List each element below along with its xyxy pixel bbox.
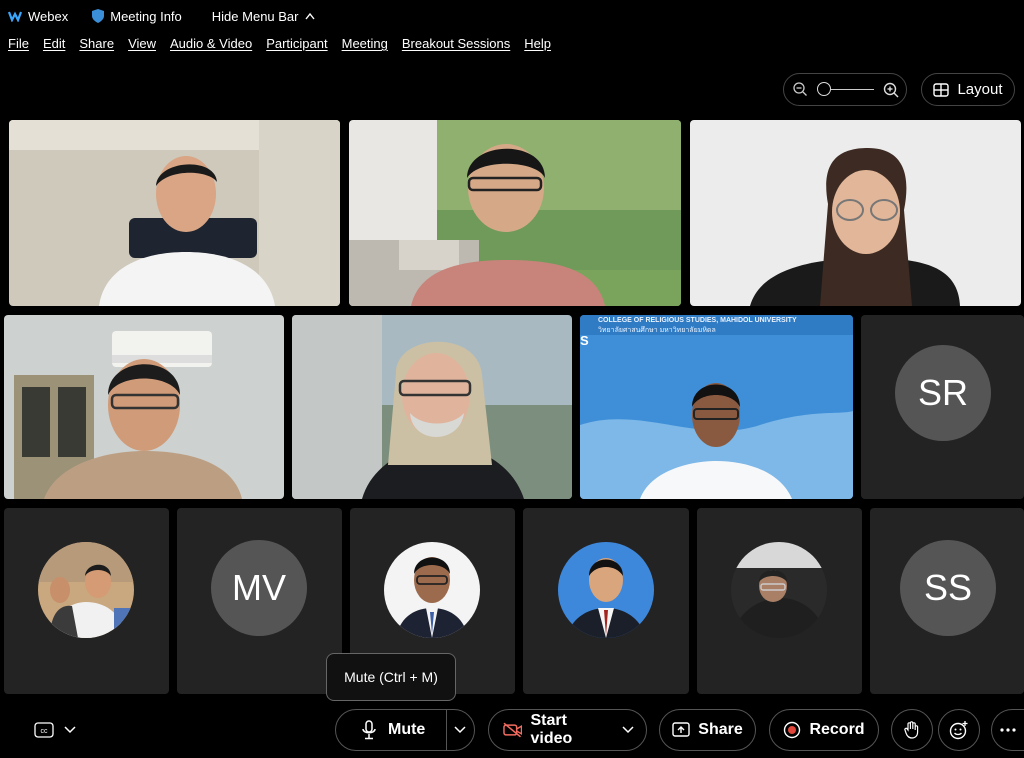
more-options-icon (1000, 728, 1016, 732)
avatar-photo-4 (731, 542, 827, 638)
shared-screen-title: COLLEGE OF RELIGIOUS STUDIES, MAHIDOL UN… (598, 317, 797, 324)
microphone-icon (362, 720, 376, 740)
layout-button[interactable]: Layout (921, 73, 1015, 106)
share-screen-icon (672, 722, 690, 737)
layout-grid-icon (933, 82, 950, 97)
webex-logo-icon (8, 11, 22, 22)
share-label: Share (698, 721, 743, 738)
chevron-down-icon (64, 726, 76, 734)
menu-edit[interactable]: Edit (43, 36, 65, 56)
chevron-down-icon (454, 726, 466, 734)
avatar-photo-4-image (731, 542, 827, 638)
participant-video-1 (9, 120, 340, 306)
emoji-reaction-icon (949, 721, 968, 740)
avatar-photo-3-image (558, 542, 654, 638)
video-tile-3[interactable] (690, 120, 1021, 306)
raise-hand-button[interactable] (891, 709, 933, 751)
video-tile-11[interactable] (523, 508, 689, 694)
video-tile-12[interactable] (697, 508, 862, 694)
start-video-button[interactable]: Start video (489, 712, 611, 748)
audio-options-button[interactable] (447, 726, 474, 734)
menu-bar: File Edit Share View Audio & Video Parti… (0, 36, 557, 56)
record-button[interactable]: Record (769, 709, 879, 751)
participant-video-6 (580, 315, 853, 499)
avatar-photo-1 (38, 542, 134, 638)
start-video-label: Start video (530, 712, 573, 747)
mute-label: Mute (388, 721, 426, 738)
chevron-up-icon (304, 12, 315, 20)
raise-hand-icon (904, 721, 919, 739)
menu-meeting[interactable]: Meeting (342, 36, 388, 56)
mute-button[interactable]: Mute (336, 720, 446, 740)
avatar-mv: MV (211, 540, 307, 636)
share-button[interactable]: Share (659, 709, 756, 751)
menu-share[interactable]: Share (79, 36, 114, 56)
record-icon (784, 721, 801, 739)
video-tile-7[interactable]: SR (861, 315, 1024, 499)
menu-help[interactable]: Help (524, 36, 551, 56)
participant-video-5 (292, 315, 572, 499)
mute-tooltip: Mute (Ctrl + M) (326, 653, 456, 701)
participant-video-4 (4, 315, 284, 499)
svg-text:cc: cc (41, 728, 49, 735)
title-bar: Webex Meeting Info Hide Menu Bar (0, 0, 1024, 32)
zoom-slider-thumb[interactable] (817, 82, 831, 96)
zoom-in-icon[interactable] (883, 82, 899, 98)
video-tile-1[interactable] (9, 120, 340, 306)
video-tile-2[interactable] (349, 120, 681, 306)
video-control: Start video (488, 709, 647, 751)
hide-menu-label: Hide Menu Bar (211, 8, 299, 24)
avatar-photo-1-image (38, 542, 134, 638)
meeting-info-button[interactable]: Meeting Info (92, 9, 182, 24)
meeting-info-label: Meeting Info (110, 8, 182, 24)
avatar-photo-3 (558, 542, 654, 638)
mute-control: Mute (335, 709, 475, 751)
video-options-button[interactable] (611, 726, 646, 734)
video-tile-8[interactable] (4, 508, 169, 694)
chevron-down-icon (622, 726, 634, 734)
menu-file[interactable]: File (8, 36, 29, 56)
avatar-ss: SS (900, 540, 996, 636)
hide-menu-bar-button[interactable]: Hide Menu Bar (212, 9, 315, 24)
layout-label: Layout (957, 81, 1003, 98)
avatar-sr: SR (895, 345, 991, 441)
shared-screen-fragment: S (580, 333, 589, 348)
video-tile-5[interactable] (292, 315, 572, 499)
zoom-out-icon[interactable] (793, 82, 807, 96)
shared-screen-subtitle: วิทยาลัยศาสนศึกษา มหาวิทยาลัยมหิดล (598, 327, 716, 334)
menu-breakout-sessions[interactable]: Breakout Sessions (402, 36, 510, 56)
reactions-button[interactable] (938, 709, 980, 751)
participant-video-3 (690, 120, 1021, 306)
menu-view[interactable]: View (128, 36, 156, 56)
menu-participant[interactable]: Participant (266, 36, 327, 56)
video-off-icon (503, 722, 523, 738)
closed-captions-icon: cc (34, 722, 54, 738)
video-tile-4[interactable] (4, 315, 284, 499)
avatar-photo-2-image (384, 542, 480, 638)
video-tile-6-shared-background[interactable]: COLLEGE OF RELIGIOUS STUDIES, MAHIDOL UN… (580, 315, 853, 499)
video-tile-13[interactable]: SS (870, 508, 1024, 694)
webex-app-label: Webex (8, 9, 68, 24)
participant-video-2 (349, 120, 681, 306)
app-name: Webex (28, 8, 69, 24)
more-options-button[interactable] (991, 709, 1024, 751)
avatar-photo-2 (384, 542, 480, 638)
video-tile-9[interactable]: MV (177, 508, 342, 694)
shield-icon (92, 9, 105, 23)
closed-captions-button[interactable]: cc (34, 718, 80, 742)
menu-audio-video[interactable]: Audio & Video (170, 36, 252, 56)
zoom-control (783, 73, 907, 106)
record-label: Record (809, 721, 865, 738)
